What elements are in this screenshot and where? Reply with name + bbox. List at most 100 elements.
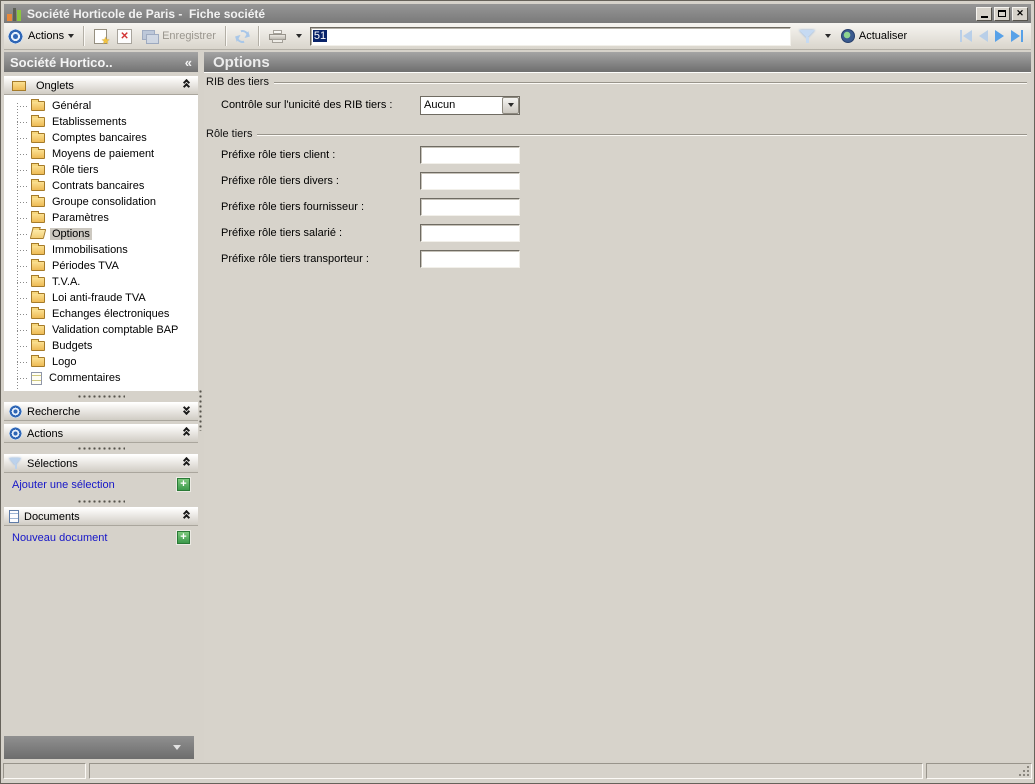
chevron-double-up-icon[interactable]: [182, 426, 193, 439]
tree-item[interactable]: Validation comptable BAP: [4, 322, 198, 338]
splitter-handle[interactable]: [199, 389, 202, 431]
prefix-role-label: Préfixe rôle tiers salarié :: [221, 227, 343, 239]
folder-icon: [31, 211, 45, 223]
filter-button[interactable]: [794, 25, 820, 47]
form-row: Préfixe rôle tiers salarié :: [206, 222, 1027, 244]
tree-item-label: Général: [52, 100, 92, 112]
prefix-role-label: Préfixe rôle tiers transporteur :: [221, 253, 369, 265]
close-button[interactable]: ✕: [1012, 6, 1028, 21]
tree-item-label: Comptes bancaires: [52, 132, 147, 144]
record-number-input[interactable]: 51: [309, 26, 791, 46]
tree-item[interactable]: Budgets: [4, 338, 198, 354]
maximize-button[interactable]: [994, 6, 1010, 21]
resize-grip[interactable]: [1018, 765, 1030, 777]
document-add-row: Nouveau document +: [4, 526, 198, 549]
tree-item[interactable]: Paramètres: [4, 210, 198, 226]
next-record-button[interactable]: [995, 28, 1004, 44]
tree-item[interactable]: Loi anti-fraude TVA: [4, 290, 198, 306]
refresh-button[interactable]: [231, 25, 254, 47]
new-document-plus-icon[interactable]: +: [177, 531, 190, 544]
tree-item[interactable]: Rôle tiers: [4, 162, 198, 178]
role-tiers-rows: Préfixe rôle tiers client : Préfixe rôle…: [206, 144, 1027, 270]
folder-open-icon: [29, 229, 47, 239]
delete-record-button[interactable]: ✕: [112, 25, 137, 47]
folder-icon: [31, 259, 45, 271]
prefix-role-input[interactable]: [420, 250, 520, 268]
tree-item[interactable]: Général: [4, 98, 198, 114]
collapse-sidebar-icon[interactable]: «: [185, 55, 192, 70]
tree-item[interactable]: Etablissements: [4, 114, 198, 130]
add-selection-link[interactable]: Ajouter une sélection: [12, 479, 115, 491]
tree-item-label: Groupe consolidation: [52, 196, 156, 208]
previous-record-button[interactable]: [979, 28, 988, 44]
panel-header-onglets[interactable]: Onglets: [4, 76, 198, 95]
actions-menu-button[interactable]: Actions: [23, 25, 79, 47]
tree-item[interactable]: Groupe consolidation: [4, 194, 198, 210]
collapsed-panel-bar[interactable]: [4, 736, 194, 759]
prefix-role-input[interactable]: [420, 224, 520, 242]
print-button[interactable]: [264, 25, 291, 47]
sidebar-header[interactable]: Société Hortico.. «: [4, 52, 198, 72]
tree-item[interactable]: Périodes TVA: [4, 258, 198, 274]
save-button[interactable]: Enregistrer: [137, 25, 221, 47]
first-record-button[interactable]: [960, 28, 972, 44]
new-document-link[interactable]: Nouveau document: [12, 532, 107, 544]
prefix-role-input[interactable]: [420, 146, 520, 164]
tree-item[interactable]: Commentaires: [4, 370, 198, 386]
add-selection-plus-icon[interactable]: +: [177, 478, 190, 491]
print-options-button[interactable]: [291, 25, 307, 47]
rib-unicity-select[interactable]: Aucun: [420, 95, 520, 115]
titlebar: Société Horticole de Paris - Fiche socié…: [4, 4, 1031, 23]
documents-label: Documents: [24, 510, 80, 523]
form-row: Préfixe rôle tiers transporteur :: [206, 248, 1027, 270]
tree-item-label: Commentaires: [49, 372, 121, 384]
actualiser-icon: [840, 29, 855, 43]
toolbar-separator: [257, 26, 260, 46]
refresh-icon: [233, 27, 252, 45]
panel-splitter-handle[interactable]: [4, 391, 198, 402]
panel-header-selections[interactable]: Sélections: [4, 454, 198, 473]
tree-item[interactable]: Immobilisations: [4, 242, 198, 258]
chevron-double-down-icon[interactable]: [182, 403, 193, 417]
folder-icon: [12, 80, 26, 91]
group-rib-des-tiers: RIB des tiers: [206, 76, 1027, 88]
tree-item[interactable]: Contrats bancaires: [4, 178, 198, 194]
tree-item[interactable]: Options: [4, 226, 198, 242]
toolbar-separator: [224, 26, 227, 46]
combo-dropdown-button[interactable]: [502, 96, 519, 114]
tree-item[interactable]: Logo: [4, 354, 198, 370]
panel-splitter-handle[interactable]: [4, 496, 198, 507]
panel-splitter-handle[interactable]: [4, 443, 198, 454]
tree-item[interactable]: Moyens de paiement: [4, 146, 198, 162]
recherche-label: Recherche: [27, 405, 81, 418]
last-record-button[interactable]: [1011, 28, 1023, 44]
tree-item-label: Validation comptable BAP: [52, 324, 179, 336]
selection-add-row: Ajouter une sélection +: [4, 473, 198, 496]
filter-options-button[interactable]: [820, 25, 836, 47]
prefix-role-input[interactable]: [420, 172, 520, 190]
actualiser-label: Actualiser: [858, 30, 908, 42]
window-title: Société Horticole de Paris - Fiche socié…: [27, 6, 266, 21]
folder-icon: [31, 131, 45, 143]
sidebar-title: Société Hortico..: [10, 54, 113, 70]
chevron-double-up-icon[interactable]: [182, 456, 193, 469]
tree-item-label: Immobilisations: [52, 244, 128, 256]
tree-item[interactable]: T.V.A.: [4, 274, 198, 290]
chevron-double-up-icon[interactable]: [182, 509, 193, 522]
group-divider: [257, 134, 1027, 136]
onglets-label: Onglets: [36, 79, 74, 92]
tree-item[interactable]: Echanges électroniques: [4, 306, 198, 322]
save-label: Enregistrer: [162, 30, 216, 42]
tree-item-label: Périodes TVA: [52, 260, 119, 272]
tree-item[interactable]: Comptes bancaires: [4, 130, 198, 146]
actualiser-button[interactable]: Actualiser: [836, 25, 912, 47]
minimize-button[interactable]: [976, 6, 992, 21]
tree-item-label: Moyens de paiement: [52, 148, 155, 160]
panel-header-actions[interactable]: Actions: [4, 424, 198, 443]
panel-header-documents[interactable]: Documents: [4, 507, 198, 526]
panel-header-recherche[interactable]: Recherche: [4, 402, 198, 421]
prefix-role-input[interactable]: [420, 198, 520, 216]
chevron-double-up-icon[interactable]: [182, 78, 193, 91]
delete-icon: ✕: [117, 28, 133, 44]
new-record-button[interactable]: ★: [89, 25, 112, 47]
